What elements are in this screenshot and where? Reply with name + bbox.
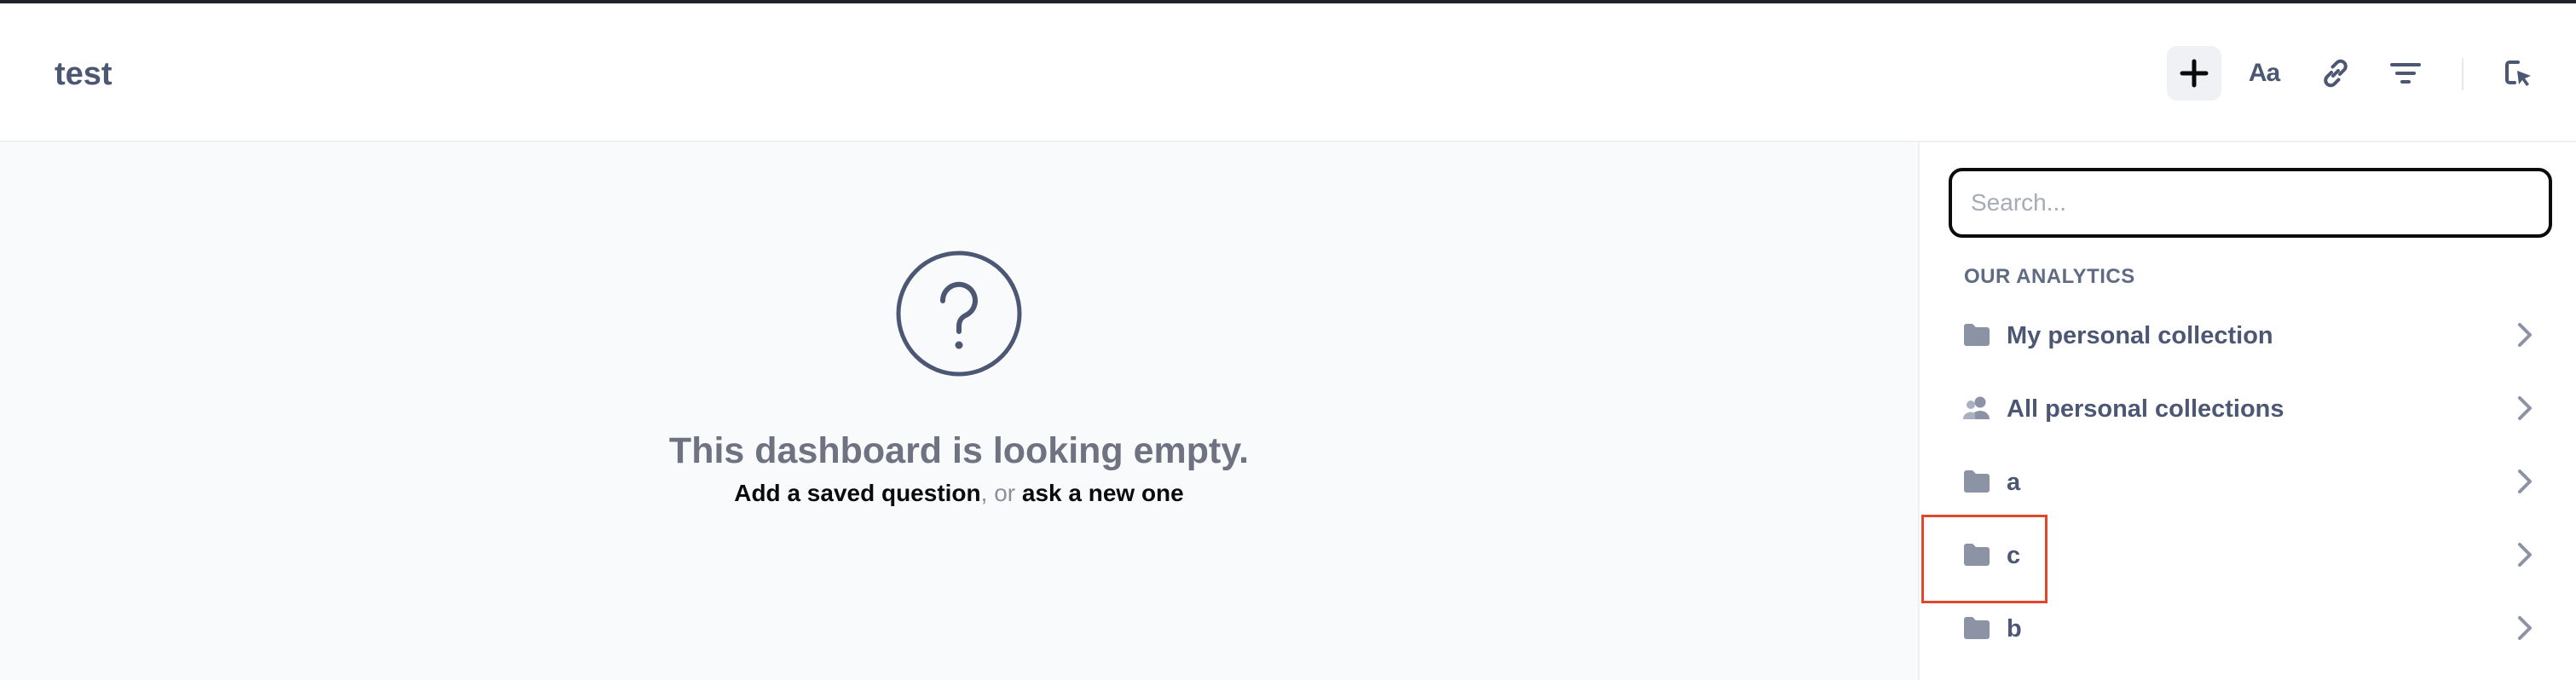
folder-icon — [1964, 470, 1990, 493]
click-action-icon — [2505, 61, 2531, 86]
section-label: OUR ANALYTICS — [1964, 265, 2135, 288]
dashboard-header: test Aa — [0, 3, 2576, 142]
add-filter-button[interactable] — [2378, 46, 2433, 101]
add-question-button[interactable] — [2167, 46, 2221, 101]
add-saved-question-link[interactable]: Add a saved question — [734, 480, 980, 506]
collection-item-label: a — [2007, 469, 2021, 496]
collection-item-all-personal[interactable]: All personal collections — [1921, 375, 2576, 443]
chevron-right-icon — [2518, 616, 2532, 640]
add-action-button[interactable] — [2491, 46, 2545, 101]
question-picker-sidebar: OUR ANALYTICS My personal collection All… — [1918, 142, 2576, 680]
chevron-right-icon — [2518, 543, 2532, 567]
add-link-button[interactable] — [2308, 46, 2363, 101]
collection-item-label: My personal collection — [2007, 322, 2273, 349]
empty-state-subtitle: Add a saved question, or ask a new one — [0, 480, 1918, 507]
collection-item-label: c — [2007, 542, 2021, 569]
filter-icon — [2390, 63, 2421, 84]
folder-icon — [1964, 544, 1990, 566]
dashboard-canvas: This dashboard is looking empty. Add a s… — [0, 142, 1918, 680]
search-input[interactable] — [1949, 168, 2552, 238]
collection-item-label: b — [2007, 615, 2022, 643]
collection-item-c[interactable]: c — [1921, 522, 2576, 590]
empty-state-title: This dashboard is looking empty. — [668, 430, 1250, 471]
link-icon — [2324, 59, 2348, 88]
chevron-right-icon — [2518, 470, 2532, 493]
chevron-right-icon — [2518, 323, 2532, 347]
users-icon — [1962, 396, 1990, 419]
ask-new-question-link[interactable]: ask a new one — [1022, 480, 1184, 506]
add-text-button[interactable]: Aa — [2237, 46, 2291, 101]
or-text: , or — [980, 480, 1022, 506]
chevron-right-icon — [2518, 396, 2532, 420]
folder-icon — [1964, 617, 1990, 639]
question-circle-icon — [896, 251, 1022, 377]
collection-item-a[interactable]: a — [1921, 448, 2576, 516]
header-toolbar: Aa — [0, 46, 2576, 102]
collection-item-b[interactable]: b — [1921, 595, 2576, 663]
collection-item-label: All personal collections — [2007, 395, 2284, 423]
toolbar-divider — [2462, 58, 2463, 90]
text-aa-icon: Aa — [2248, 59, 2280, 87]
collection-item-my-personal[interactable]: My personal collection — [1921, 302, 2576, 370]
plus-icon — [2180, 59, 2209, 88]
folder-icon — [1964, 324, 1990, 346]
